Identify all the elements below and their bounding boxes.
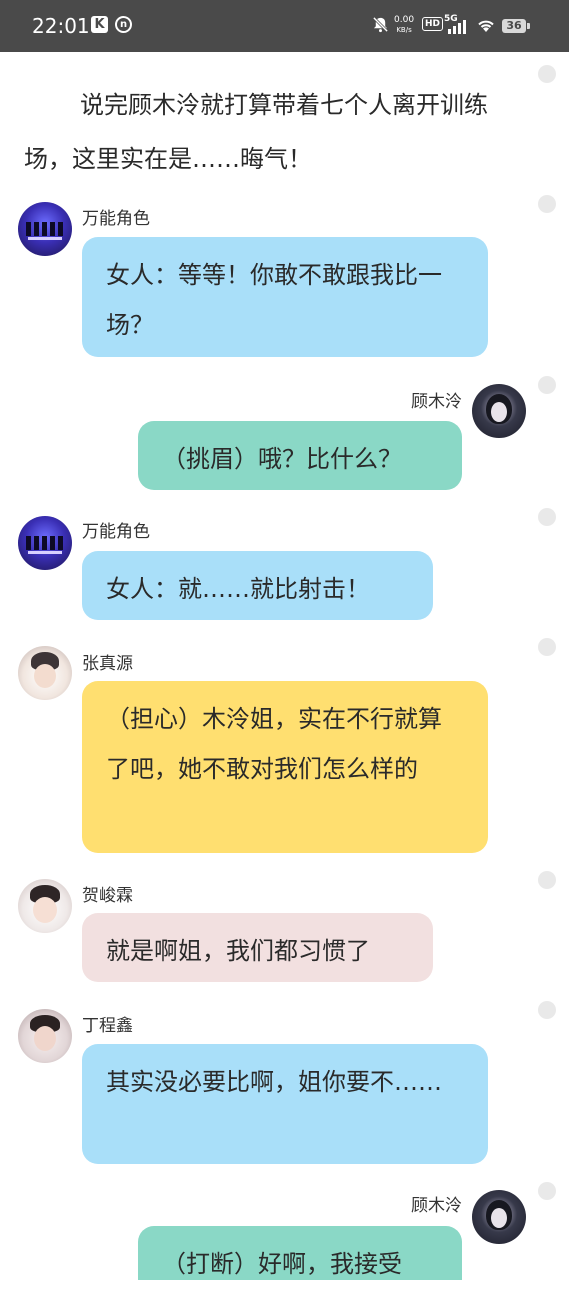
- avatar-wanneng[interactable]: [18, 202, 72, 256]
- speaker-name: 万能角色: [82, 209, 150, 229]
- message-bubble[interactable]: （打断）好啊，我接受: [138, 1226, 462, 1280]
- message-bubble[interactable]: 其实没必要比啊，姐你要不……: [82, 1044, 488, 1164]
- narration-text: 说完顾木泠就打算带着七个人离开训练场，这里实在是……晦气！: [24, 91, 488, 173]
- message-bubble[interactable]: 就是啊姐，我们都习惯了: [82, 913, 433, 982]
- avatar-hejunlin[interactable]: [18, 879, 72, 933]
- speaker-name: 顾木泠: [411, 392, 462, 412]
- select-radio[interactable]: [538, 65, 556, 83]
- avatar-zhangzhenyuan[interactable]: [18, 646, 72, 700]
- net-speed: 0.00 KB/s: [394, 15, 414, 35]
- avatar-dingchengxin[interactable]: [18, 1009, 72, 1063]
- speaker-name: 万能角色: [82, 522, 150, 542]
- select-radio[interactable]: [538, 871, 556, 889]
- select-radio[interactable]: [538, 376, 556, 394]
- wifi-icon: [478, 20, 494, 32]
- avatar-gumuling[interactable]: [472, 384, 526, 438]
- net-speed-unit: KB/s: [396, 26, 412, 34]
- select-radio[interactable]: [538, 1001, 556, 1019]
- status-time: 22:01: [32, 14, 90, 38]
- message-bubble[interactable]: （担心）木泠姐，实在不行就算了吧，她不敢对我们怎么样的: [82, 681, 488, 853]
- message-bubble[interactable]: 女人：等等！你敢不敢跟我比一场？: [82, 237, 488, 357]
- net-speed-value: 0.00: [394, 15, 415, 25]
- avatar-wanneng[interactable]: [18, 516, 72, 570]
- speaker-name: 顾木泠: [411, 1196, 462, 1216]
- speaker-name: 张真源: [82, 654, 133, 674]
- mute-bell-icon: [372, 16, 389, 33]
- signal-icon: [448, 20, 466, 34]
- select-radio[interactable]: [538, 638, 556, 656]
- message-bubble[interactable]: （挑眉）哦？比什么？: [138, 421, 462, 490]
- speaker-name: 丁程鑫: [82, 1016, 133, 1036]
- speaker-name: 贺峻霖: [82, 886, 133, 906]
- app-k-icon: K: [91, 16, 108, 33]
- select-radio[interactable]: [538, 508, 556, 526]
- avatar-gumuling[interactable]: [472, 1190, 526, 1244]
- battery-icon: 36: [502, 19, 530, 33]
- status-bar: 22:01 K n 0.00 KB/s HD 5G 36: [0, 0, 569, 52]
- message-bubble[interactable]: 女人：就……就比射击！: [82, 551, 433, 620]
- hd-icon: HD: [422, 17, 444, 31]
- select-radio[interactable]: [538, 195, 556, 213]
- app-n-icon: n: [115, 16, 132, 33]
- select-radio[interactable]: [538, 1182, 556, 1200]
